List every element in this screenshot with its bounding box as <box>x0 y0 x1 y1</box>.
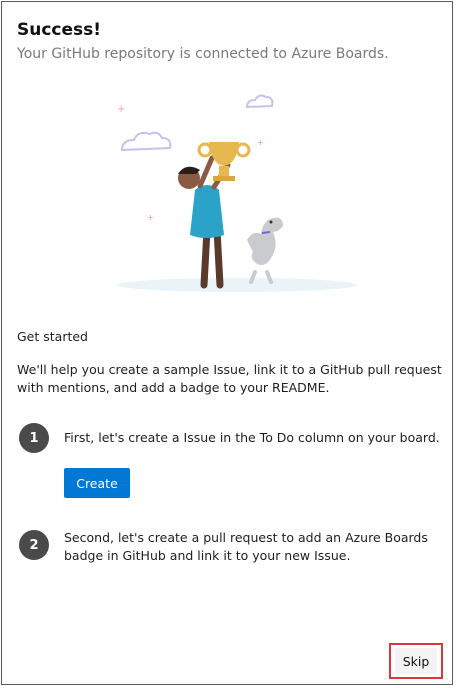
step-2-text: Second, let's create a pull request to a… <box>64 530 428 563</box>
get-started-heading: Get started <box>17 329 88 344</box>
success-dialog: Success! Your GitHub repository is conne… <box>1 1 453 685</box>
svg-text:+: + <box>257 138 264 147</box>
step-1-badge: 1 <box>19 423 49 453</box>
create-button[interactable]: Create <box>64 468 130 498</box>
svg-text:+: + <box>147 213 154 222</box>
step-1-text: First, let's create a Issue in the To Do… <box>64 430 440 445</box>
person-holding-trophy-with-dog-illustration: + + + <box>117 94 357 292</box>
dialog-title: Success! <box>17 20 102 40</box>
svg-text:+: + <box>117 104 125 115</box>
step-2-badge: 2 <box>19 530 49 560</box>
skip-highlight: Skip <box>389 643 443 679</box>
get-started-intro: We'll help you create a sample Issue, li… <box>17 362 442 395</box>
skip-button[interactable]: Skip <box>395 648 437 674</box>
dialog-subtitle: Your GitHub repository is connected to A… <box>17 46 389 62</box>
